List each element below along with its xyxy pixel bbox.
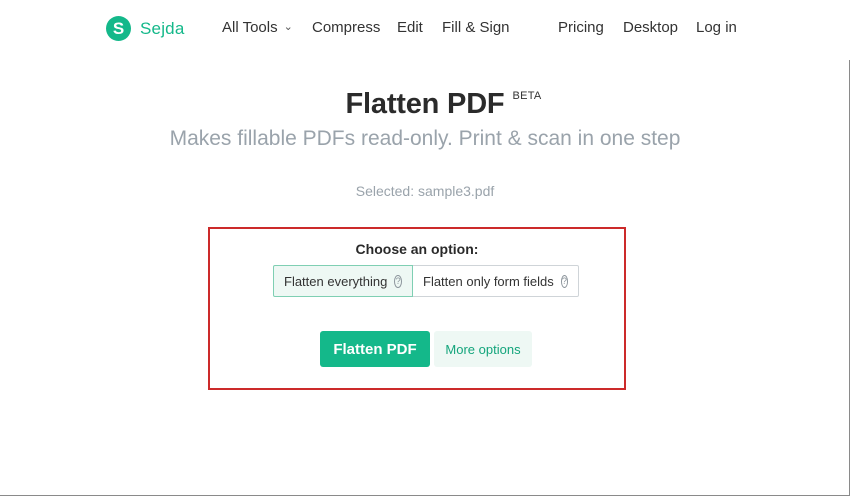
option-flatten-form-fields-label: Flatten only form fields	[423, 273, 554, 289]
choose-option-heading: Choose an option:	[355, 241, 479, 257]
more-options-button[interactable]: More options	[434, 331, 532, 367]
nav-login[interactable]: Log in	[696, 19, 737, 36]
nav-desktop[interactable]: Desktop	[623, 19, 678, 36]
flatten-mode-toggle: Flatten everything ? Flatten only form f…	[273, 265, 579, 297]
selected-file-label: Selected: sample3.pdf	[355, 183, 495, 199]
option-flatten-form-fields[interactable]: Flatten only form fields ?	[413, 265, 579, 297]
option-flatten-everything[interactable]: Flatten everything ?	[273, 265, 413, 297]
nav-edit[interactable]: Edit	[397, 19, 423, 36]
page-title-row: Flatten PDF BETA	[0, 88, 850, 121]
nav-pricing[interactable]: Pricing	[558, 19, 604, 36]
brand-name: Sejda	[140, 18, 185, 38]
chevron-down-icon: ⌄	[283, 21, 293, 33]
nav-fill-sign[interactable]: Fill & Sign	[442, 19, 510, 36]
nav-all-tools[interactable]: All Tools ⌄	[222, 19, 293, 36]
nav-all-tools-label: All Tools	[222, 19, 278, 36]
brand-logo-link[interactable]: S Sejda	[106, 16, 184, 41]
nav-compress[interactable]: Compress	[312, 19, 380, 36]
top-navbar: S Sejda All Tools ⌄ Compress Edit Fill & …	[0, 0, 850, 56]
page-title: Flatten PDF BETA	[345, 88, 542, 121]
option-flatten-everything-label: Flatten everything	[284, 273, 388, 289]
flatten-pdf-button[interactable]: Flatten PDF	[320, 331, 430, 367]
question-circle-icon[interactable]: ?	[560, 274, 568, 288]
page-title-text: Flatten PDF	[345, 88, 505, 120]
page-subtitle: Makes fillable PDFs read-only. Print & s…	[169, 127, 681, 150]
sejda-logo-icon: S	[106, 16, 131, 41]
question-circle-icon[interactable]: ?	[394, 274, 402, 288]
beta-badge: BETA	[512, 90, 542, 102]
options-panel: Choose an option: Flatten everything ? F…	[208, 227, 626, 390]
